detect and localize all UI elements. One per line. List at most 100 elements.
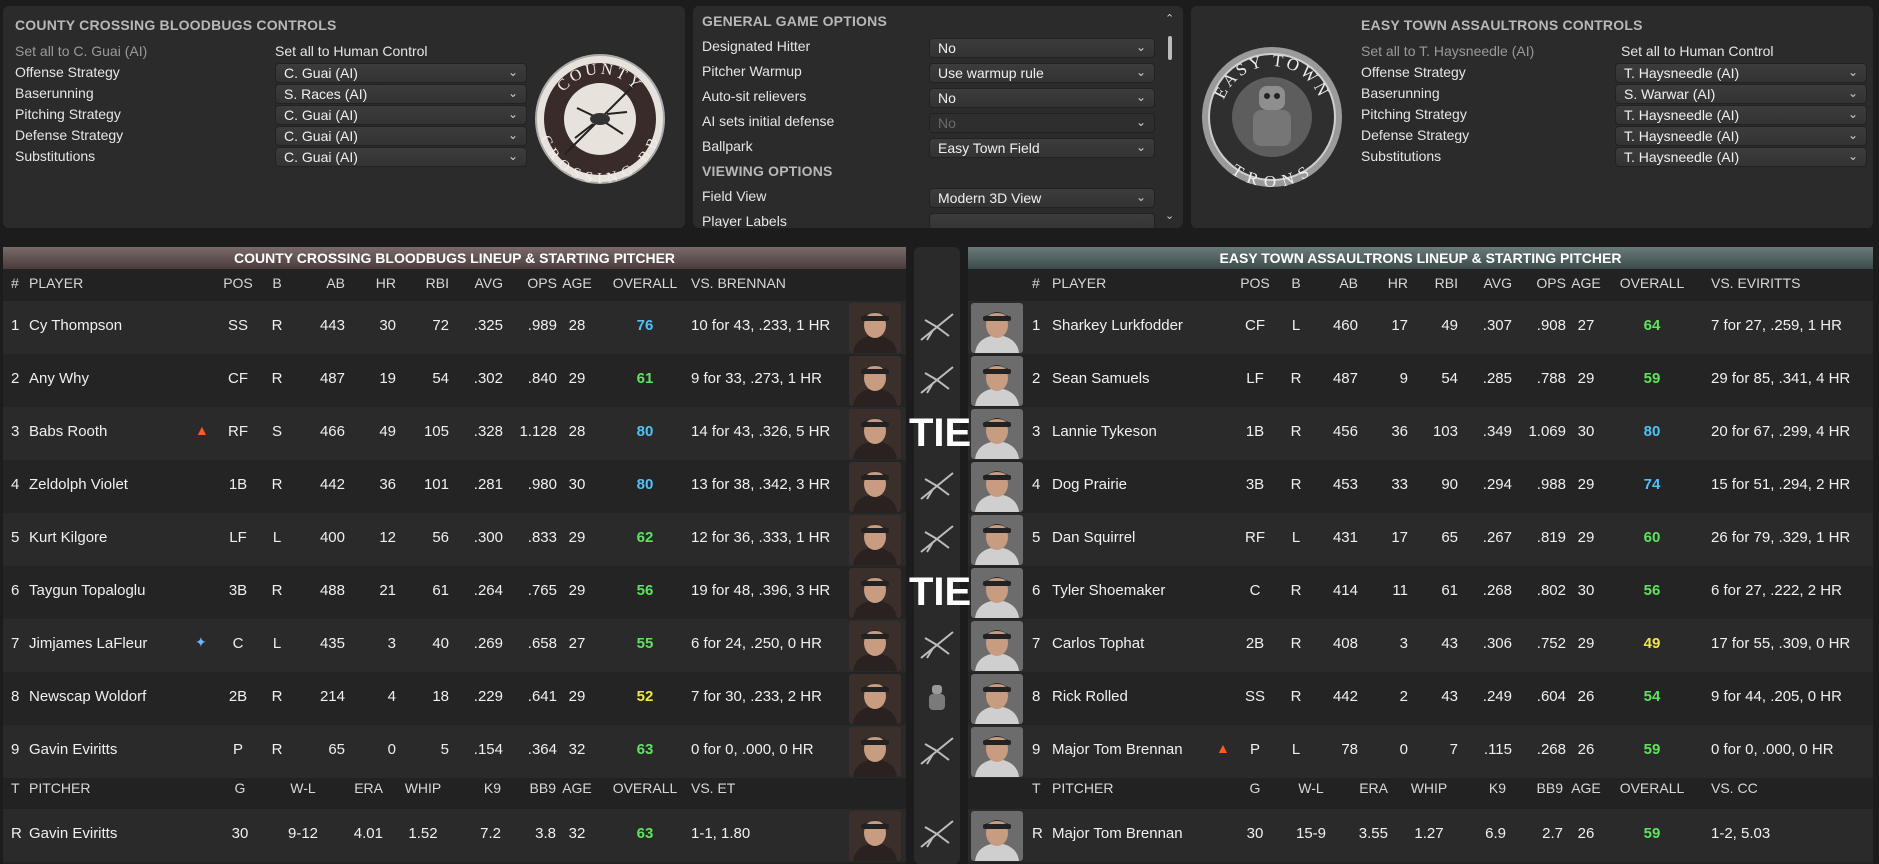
- pitcher-column-header[interactable]: ERA: [333, 780, 383, 796]
- column-header[interactable]: #: [1032, 275, 1046, 291]
- pitcher-column-header[interactable]: OVERALL: [611, 780, 679, 796]
- control-select[interactable]: S. Warwar (AI) ⌄: [1615, 84, 1867, 104]
- column-header[interactable]: AVG: [1462, 275, 1512, 291]
- player-row[interactable]: 6 Taygun Topaloglu 3B R 488 21 61 .264 .765 29 56 1…: [3, 566, 906, 619]
- column-header[interactable]: POS: [223, 275, 253, 291]
- column-header[interactable]: RBI: [1412, 275, 1458, 291]
- player-row[interactable]: 1 Sharkey Lurkfodder CF L 460 17 49 .307 .908 27 6…: [968, 301, 1873, 354]
- control-select[interactable]: C. Guai (AI) ⌄: [275, 63, 527, 83]
- pitcher-column-header[interactable]: ERA: [1338, 780, 1388, 796]
- pitcher-row[interactable]: R Major Tom Brennan 30 15-9 3.55 1.27 6.9 2.7 26…: [968, 809, 1873, 862]
- control-select[interactable]: C. Guai (AI) ⌄: [275, 147, 527, 167]
- pitcher-column-header[interactable]: WHIP: [398, 780, 448, 796]
- player-row[interactable]: 3 Babs Rooth RF S 466 49 105 .328 1.128 28 80 14 fo…: [3, 407, 906, 460]
- option-select[interactable]: No ⌄: [929, 38, 1155, 58]
- player-portrait: [849, 515, 901, 565]
- player-row[interactable]: 9 Gavin Eviritts P R 65 0 5 .154 .364 32 63 0 for 0…: [3, 725, 906, 778]
- pitcher-column-header[interactable]: G: [223, 780, 257, 796]
- player-row[interactable]: 1 Cy Thompson SS R 443 30 72 .325 .989 28 76 10 for…: [3, 301, 906, 354]
- column-header[interactable]: OVERALL: [1618, 275, 1686, 291]
- player-row[interactable]: 2 Any Why CF R 487 19 54 .302 .840 29 61 9 for 33, …: [3, 354, 906, 407]
- away-set-all-human[interactable]: Set all to Human Control: [1621, 43, 1774, 59]
- scroll-up-icon[interactable]: ⌃: [1165, 12, 1174, 25]
- column-header[interactable]: AVG: [453, 275, 503, 291]
- pitcher-column-header[interactable]: PITCHER: [1052, 780, 1222, 796]
- player-avg: .285: [1482, 370, 1512, 387]
- chevron-down-icon: ⌄: [1135, 115, 1146, 129]
- pitcher-column-header[interactable]: BB9: [1513, 780, 1563, 796]
- column-header[interactable]: HR: [1368, 275, 1408, 291]
- pitcher-column-header[interactable]: W-L: [1290, 780, 1332, 796]
- pitcher-column-header[interactable]: PITCHER: [29, 780, 189, 796]
- player-row[interactable]: 8 Rick Rolled SS R 442 2 43 .249 .604 26 54 9 for 4…: [968, 672, 1873, 725]
- player-row[interactable]: 2 Sean Samuels LF R 487 9 54 .285 .788 29 59 29 for…: [968, 354, 1873, 407]
- field-view-select[interactable]: Modern 3D View ⌄: [929, 188, 1155, 208]
- column-header[interactable]: AGE: [557, 275, 597, 291]
- home-set-all-human[interactable]: Set all to Human Control: [275, 43, 428, 59]
- pitcher-column-header[interactable]: G: [1238, 780, 1272, 796]
- pitcher-column-header[interactable]: AGE: [1566, 780, 1606, 796]
- player-labels-select[interactable]: [929, 213, 1155, 228]
- column-header[interactable]: OPS: [505, 275, 557, 291]
- column-header[interactable]: AGE: [1566, 275, 1606, 291]
- pitcher-column-header[interactable]: WHIP: [1404, 780, 1454, 796]
- control-label: Baserunning: [1361, 85, 1440, 101]
- control-select[interactable]: S. Races (AI) ⌄: [275, 84, 527, 104]
- column-header[interactable]: POS: [1240, 275, 1270, 291]
- player-row[interactable]: 3 Lannie Tykeson 1B R 456 36 103 .349 1.069 30 80 2…: [968, 407, 1873, 460]
- column-header[interactable]: RBI: [403, 275, 449, 291]
- pitcher-column-header[interactable]: VS. ET: [691, 780, 861, 796]
- pitcher-column-header[interactable]: BB9: [508, 780, 556, 796]
- pitcher-wl: 15-9: [1295, 825, 1327, 842]
- pitcher-column-header[interactable]: W-L: [283, 780, 323, 796]
- player-rbi: 72: [432, 317, 449, 334]
- option-select[interactable]: No ⌄: [929, 88, 1155, 108]
- player-row[interactable]: 5 Kurt Kilgore LF L 400 12 56 .300 .833 29 62 12 fo…: [3, 513, 906, 566]
- pitcher-column-header[interactable]: T: [1032, 780, 1046, 796]
- column-header[interactable]: VS. EVIRITTS: [1711, 275, 1879, 291]
- player-hr: 4: [387, 688, 396, 705]
- column-header[interactable]: OVERALL: [611, 275, 679, 291]
- player-row[interactable]: 9 Major Tom Brennan P L 78 0 7 .115 .268 26 59 0 fo…: [968, 725, 1873, 778]
- player-row[interactable]: 6 Tyler Shoemaker C R 414 11 61 .268 .802 30 56 6 f…: [968, 566, 1873, 619]
- column-header[interactable]: AB: [303, 275, 345, 291]
- player-row[interactable]: 8 Newscap Woldorf 2B R 214 4 18 .229 .641 29 52 7 f…: [3, 672, 906, 725]
- pitcher-column-header[interactable]: T: [11, 780, 25, 796]
- column-header[interactable]: HR: [356, 275, 396, 291]
- option-select[interactable]: Easy Town Field ⌄: [929, 138, 1155, 158]
- control-select[interactable]: C. Guai (AI) ⌄: [275, 126, 527, 146]
- pitcher-column-header[interactable]: VS. CC: [1711, 780, 1879, 796]
- column-header[interactable]: VS. BRENNAN: [691, 275, 861, 291]
- column-header[interactable]: OPS: [1516, 275, 1566, 291]
- pitcher-column-header[interactable]: K9: [463, 780, 501, 796]
- player-row[interactable]: 4 Dog Prairie 3B R 453 33 90 .294 .988 29 74 15 for…: [968, 460, 1873, 513]
- pitcher-column-header[interactable]: AGE: [557, 780, 597, 796]
- control-select[interactable]: T. Haysneedle (AI) ⌄: [1615, 63, 1867, 83]
- player-row[interactable]: 5 Dan Squirrel RF L 431 17 65 .267 .819 29 60 26 fo…: [968, 513, 1873, 566]
- option-label: AI sets initial defense: [702, 113, 835, 129]
- pitcher-column-header[interactable]: K9: [1468, 780, 1506, 796]
- column-header[interactable]: PLAYER: [1052, 275, 1222, 291]
- chevron-down-icon: ⌄: [1847, 65, 1858, 79]
- scroll-down-icon[interactable]: ⌄: [1165, 209, 1174, 222]
- pitcher-column-header[interactable]: OVERALL: [1618, 780, 1686, 796]
- control-select[interactable]: C. Guai (AI) ⌄: [275, 105, 527, 125]
- column-header[interactable]: PLAYER: [29, 275, 189, 291]
- options-scrollbar[interactable]: ⌃ ⌄: [1165, 12, 1175, 222]
- pitcher-row[interactable]: R Gavin Eviritts 30 9-12 4.01 1.52 7.2 3.8 32 63 1…: [3, 809, 906, 862]
- home-set-all-ai[interactable]: Set all to C. Guai (AI): [15, 43, 147, 59]
- away-set-all-ai[interactable]: Set all to T. Haysneedle (AI): [1361, 43, 1534, 59]
- column-header[interactable]: AB: [1314, 275, 1358, 291]
- scroll-thumb[interactable]: [1168, 36, 1172, 60]
- option-select[interactable]: Use warmup rule ⌄: [929, 63, 1155, 83]
- control-select[interactable]: T. Haysneedle (AI) ⌄: [1615, 105, 1867, 125]
- column-header[interactable]: B: [1288, 275, 1304, 291]
- player-row[interactable]: 7 Carlos Tophat 2B R 408 3 43 .306 .752 29 49 17 fo…: [968, 619, 1873, 672]
- column-header[interactable]: B: [269, 275, 285, 291]
- control-select[interactable]: T. Haysneedle (AI) ⌄: [1615, 147, 1867, 167]
- player-row[interactable]: 4 Zeldolph Violet 1B R 442 36 101 .281 .980 30 80 1…: [3, 460, 906, 513]
- player-ab: 487: [1332, 370, 1358, 387]
- player-row[interactable]: 7 Jimjames LaFleur C L 435 3 40 .269 .658 27 55 6 f…: [3, 619, 906, 672]
- column-header[interactable]: #: [11, 275, 25, 291]
- control-select[interactable]: T. Haysneedle (AI) ⌄: [1615, 126, 1867, 146]
